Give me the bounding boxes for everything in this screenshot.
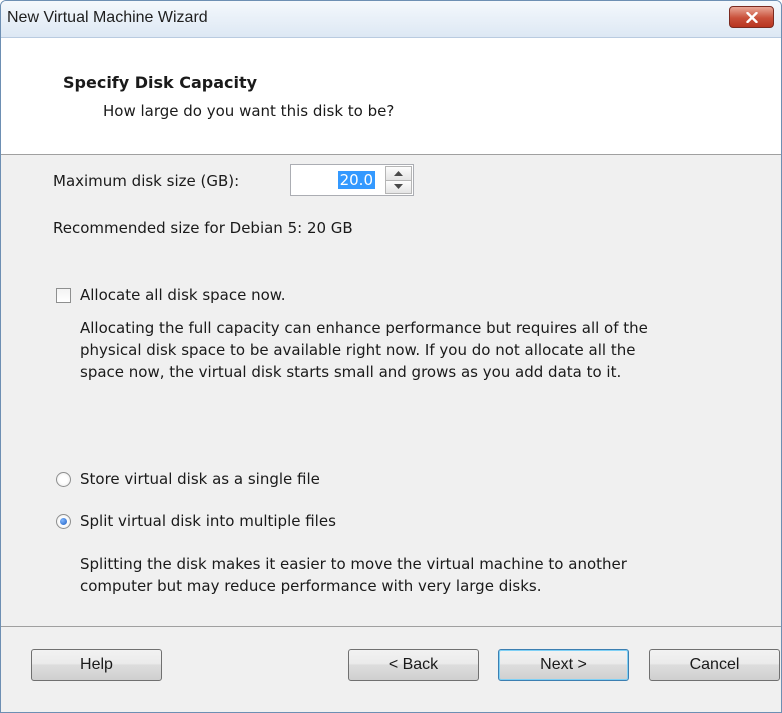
wizard-footer: Help < Back Next > Cancel: [1, 626, 781, 712]
spin-up-button[interactable]: [385, 166, 412, 180]
split-files-radio[interactable]: [56, 514, 71, 529]
allocate-description-line: Allocating the full capacity can enhance…: [80, 319, 648, 337]
page-subtitle: How large do you want this disk to be?: [103, 102, 395, 120]
help-button[interactable]: Help: [31, 649, 162, 681]
allocate-all-description: Allocating the full capacity can enhance…: [80, 317, 648, 383]
allocate-all-checkbox[interactable]: [56, 288, 71, 303]
split-files-label[interactable]: Split virtual disk into multiple files: [80, 512, 336, 530]
back-button[interactable]: < Back: [348, 649, 479, 681]
window-title: New Virtual Machine Wizard: [7, 9, 208, 26]
wizard-content: Maximum disk size (GB): 20.0 Recommended…: [1, 155, 781, 626]
page-title: Specify Disk Capacity: [63, 73, 258, 92]
spin-up-arrow-icon: [394, 170, 403, 176]
spin-down-button[interactable]: [385, 179, 412, 194]
split-description-line: Splitting the disk makes it easier to mo…: [80, 555, 627, 573]
allocate-description-line: space now, the virtual disk starts small…: [80, 363, 622, 381]
allocate-all-label[interactable]: Allocate all disk space now.: [80, 286, 285, 304]
max-disk-size-spinner[interactable]: 20.0: [290, 164, 414, 196]
split-description-line: computer but may reduce performance with…: [80, 577, 542, 595]
spin-down-arrow-icon: [394, 184, 403, 190]
split-files-description: Splitting the disk makes it easier to mo…: [80, 553, 627, 597]
title-bar: New Virtual Machine Wizard: [1, 1, 781, 38]
wizard-window: New Virtual Machine Wizard Specify Disk …: [0, 0, 782, 713]
max-disk-size-label: Maximum disk size (GB):: [53, 172, 240, 190]
single-file-label[interactable]: Store virtual disk as a single file: [80, 470, 320, 488]
close-icon: [745, 11, 758, 23]
radio-selected-dot: [60, 518, 67, 525]
next-button[interactable]: Next >: [498, 649, 629, 681]
cancel-button[interactable]: Cancel: [649, 649, 780, 681]
recommended-size-text: Recommended size for Debian 5: 20 GB: [53, 219, 353, 237]
allocate-description-line: physical disk space to be available righ…: [80, 341, 636, 359]
max-disk-size-input[interactable]: 20.0: [337, 171, 375, 189]
wizard-header: Specify Disk Capacity How large do you w…: [1, 38, 781, 155]
single-file-radio[interactable]: [56, 472, 71, 487]
spinner-buttons: [385, 166, 412, 194]
close-button[interactable]: [729, 6, 774, 28]
